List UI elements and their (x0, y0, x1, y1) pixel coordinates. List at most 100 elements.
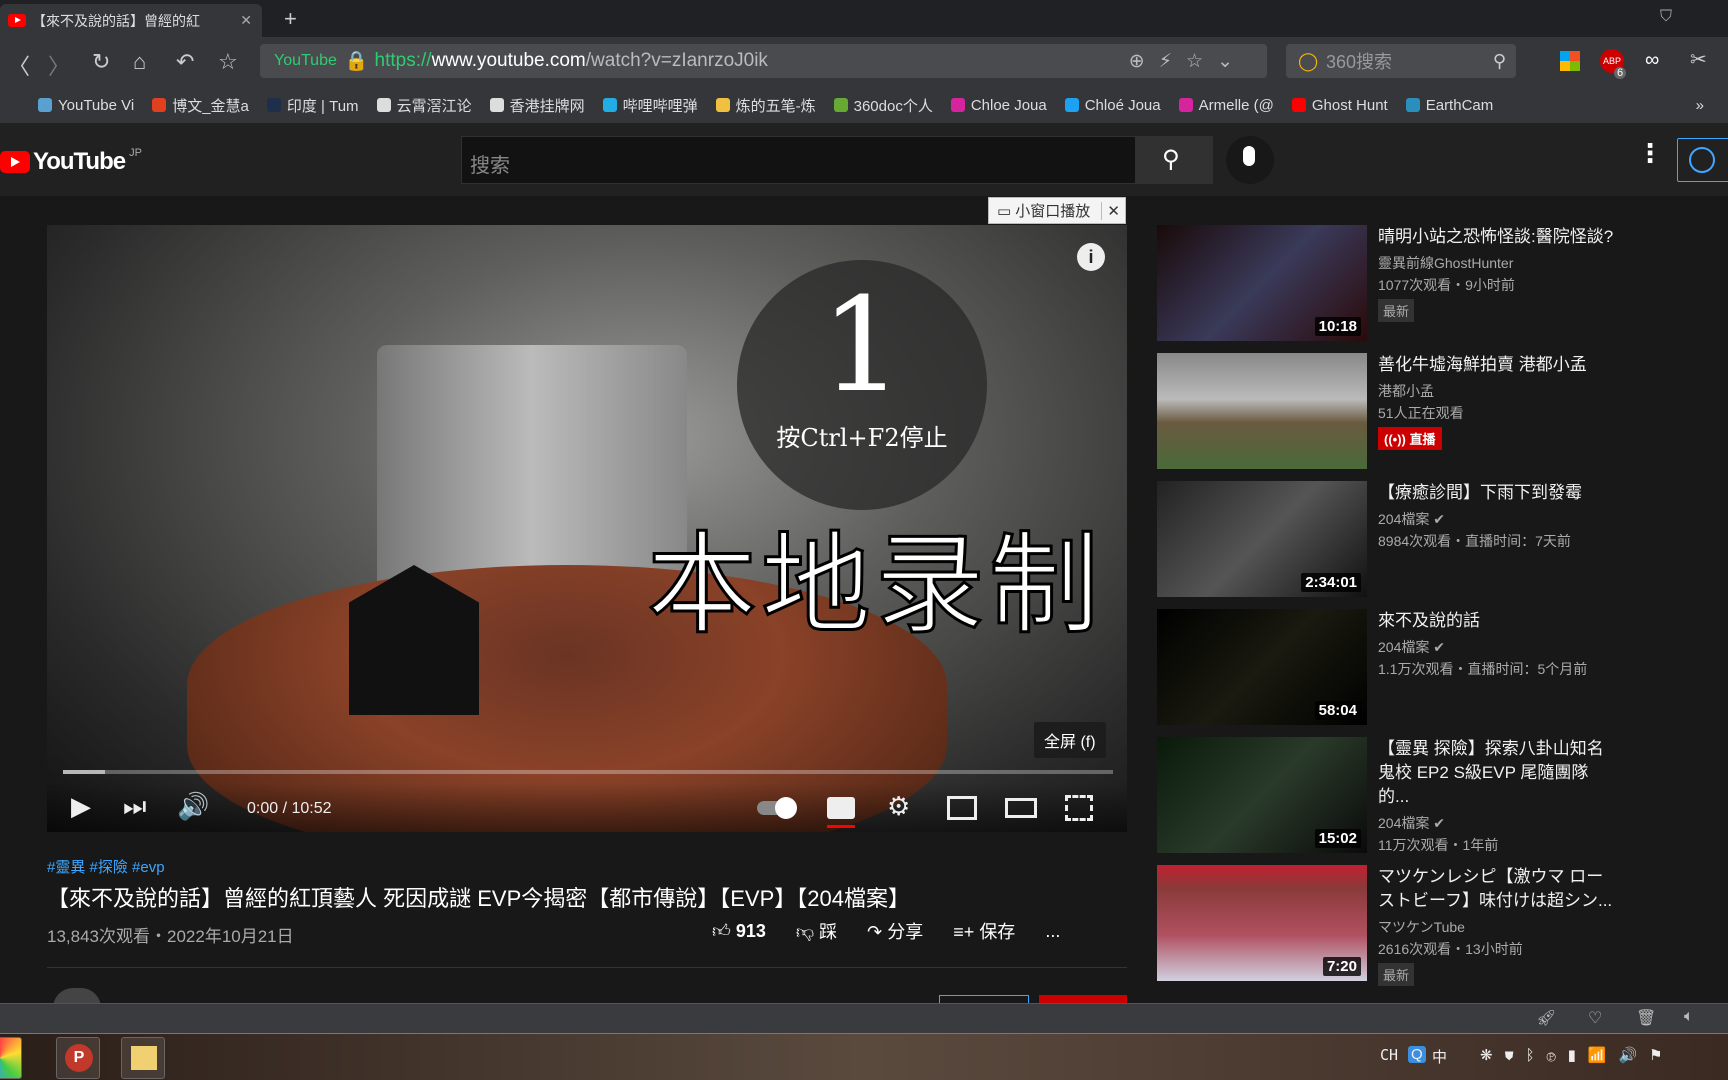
related-video-item[interactable]: 15:02 【靈異 探險】探索八卦山知名鬼校 EP2 S級EVP 尾隨團隊的...… (1157, 737, 1617, 853)
channel-name[interactable]: 204檔案 (1378, 639, 1429, 655)
related-video-title[interactable]: 【療癒診間】下雨下到發霉 (1378, 481, 1618, 505)
trash-icon[interactable]: 🗑︎ (1636, 1008, 1656, 1028)
bookmarks-more[interactable]: » (1696, 97, 1704, 114)
channel-name[interactable]: 204檔案 (1378, 511, 1429, 527)
video-thumbnail[interactable] (1157, 353, 1367, 469)
bookmark-item[interactable]: YouTube Vi (38, 95, 134, 116)
bookmark-star-icon[interactable]: ☆ (218, 49, 238, 75)
glasses-icon[interactable]: ∞ (1645, 49, 1659, 72)
bookmark-label: Ghost Hunt (1311, 96, 1388, 114)
video-thumbnail[interactable]: 2:34:01 (1157, 481, 1367, 597)
video-player[interactable]: 1 按Ctrl+F2停止 本地录制 i 全屏 (f) ▶ ⏭ 🔊 0:00 / 1… (47, 225, 1127, 832)
settings-icon[interactable]: ⚙ (887, 791, 910, 822)
channel-name[interactable]: 港都小孟 (1378, 383, 1434, 399)
theater-mode-icon[interactable] (1005, 798, 1037, 818)
related-video-item[interactable]: 58:04 來不及說的話 204檔案 ✔ 1.1万次观看・直播时间：5个月前 (1157, 609, 1617, 725)
close-icon[interactable]: ✕ (1101, 201, 1125, 220)
taskbar-app-explorer[interactable] (121, 1037, 165, 1079)
search-button[interactable]: ⚲ (1135, 136, 1213, 184)
bookmark-item[interactable]: 炼的五笔-炼 (715, 95, 816, 116)
close-tab-icon[interactable]: ✕ (240, 12, 252, 29)
share-button[interactable]: ↷ 分享 (867, 918, 923, 944)
like-button[interactable]: 👍︎ 913 (712, 920, 766, 942)
mini-player-button[interactable]: ▭ 小窗口播放 ✕ (988, 197, 1126, 224)
info-icon[interactable]: i (1077, 243, 1105, 271)
bookmark-item[interactable]: Chloe Joua (950, 95, 1047, 116)
search-icon[interactable]: ⚲ (1493, 51, 1506, 72)
new-tab-icon[interactable]: + (284, 6, 297, 32)
channel-name[interactable]: 靈異前線GhostHunter (1378, 255, 1513, 271)
health-icon[interactable]: ♡ (1588, 1008, 1602, 1028)
more-actions-button[interactable]: ... (1045, 921, 1060, 942)
bookmark-favicon-icon (1064, 98, 1079, 112)
video-title: 【來不及說的話】曾經的紅頂藝人 死因成謎 EVP今揭密【都市傳說】【EVP】【2… (47, 886, 910, 911)
scissors-icon[interactable]: ✂ (1690, 47, 1707, 72)
bookmark-item[interactable]: Ghost Hunt (1291, 95, 1388, 116)
autoplay-toggle[interactable] (757, 797, 797, 819)
language-indicator[interactable]: CH (1380, 1046, 1398, 1064)
video-thumbnail[interactable]: 7:20 (1157, 865, 1367, 981)
search-360-input[interactable]: ◯ 360搜索 ⚲ (1286, 44, 1516, 78)
more-vert-icon[interactable]: ⋮ (1637, 138, 1663, 169)
youtube-logo[interactable]: YouTube JP (0, 147, 142, 176)
fullscreen-icon[interactable] (1065, 795, 1093, 821)
url-actions-icons[interactable]: ⊕⚡☆⌄ (1129, 50, 1247, 73)
bookmark-item[interactable]: Chloé Joua (1064, 95, 1161, 116)
sign-in-button[interactable] (1677, 138, 1728, 182)
next-icon[interactable]: ⏭ (123, 791, 146, 823)
undo-icon[interactable]: ↶ (176, 49, 194, 75)
bookmark-item[interactable]: 印度 | Tum (266, 95, 359, 116)
bookmark-label: 360doc个人 (853, 97, 933, 115)
related-video-item[interactable]: 10:18 晴明小站之恐怖怪談:醫院怪談? 靈異前線GhostHunter 1077次… (1157, 225, 1617, 341)
apps-icon[interactable] (1560, 51, 1580, 71)
related-video-item[interactable]: 善化牛墟海鮮拍賣 港都小孟 港都小孟 51人正在观看 ((•)) 直播 (1157, 353, 1617, 469)
bookmark-item[interactable]: 360doc个人 (833, 95, 933, 116)
bookmark-favicon-icon (833, 98, 848, 112)
tshirt-icon[interactable]: ⛉ (1660, 8, 1672, 26)
related-video-title[interactable]: 晴明小站之恐怖怪談:醫院怪談? (1378, 225, 1618, 249)
rocket-icon[interactable]: 🚀︎ (1536, 1008, 1556, 1028)
taskbar-app-browser[interactable] (0, 1037, 22, 1079)
subtitles-icon[interactable] (827, 797, 855, 819)
bookmark-item[interactable]: 哔哩哔哩弹 (602, 95, 698, 116)
back-icon[interactable]: 〈 (8, 49, 30, 81)
reload-icon[interactable]: ↻ (92, 49, 110, 75)
url-bar[interactable]: YouTube 🔒 https://www.youtube.com/watch?… (260, 44, 1267, 78)
volume-icon[interactable]: 🔊 (177, 791, 209, 822)
divider (47, 967, 1127, 968)
video-thumbnail[interactable]: 15:02 (1157, 737, 1367, 853)
taskbar-app-psiphon[interactable]: P (56, 1037, 100, 1079)
bookmark-item[interactable]: 云霄滘江论 (376, 95, 472, 116)
save-label: 保存 (979, 922, 1016, 942)
speaker-icon[interactable]: 🔈︎ (1684, 1008, 1694, 1026)
ime-icon[interactable]: Q (1408, 1046, 1426, 1063)
search-input[interactable]: 搜索 (461, 136, 1136, 184)
video-thumbnail[interactable]: 58:04 (1157, 609, 1367, 725)
voice-search-button[interactable] (1226, 136, 1274, 184)
hashtags[interactable]: #靈異 #探險 #evp (47, 856, 1127, 877)
bookmark-item[interactable]: Armelle (@ (1178, 95, 1274, 116)
channel-name[interactable]: 204檔案 (1378, 815, 1429, 831)
tray-icons[interactable]: ❋⛊ᛒⓅ▮📶🔊⚑ (1480, 1046, 1675, 1064)
home-icon[interactable]: ⌂ (133, 49, 146, 75)
ime-mode[interactable]: 中 (1432, 1046, 1447, 1067)
bookmark-item[interactable]: 香港挂牌网 (489, 95, 585, 116)
bookmark-favicon-icon (950, 98, 965, 112)
browser-tab[interactable]: 【來不及說的話】曾經的紅 ✕ (0, 4, 262, 37)
bookmark-item[interactable]: 博文_金慧a (152, 95, 249, 116)
related-video-item[interactable]: 7:20 マツケンレシピ【激ウマ ローストビーフ】味付けは超シン... マツケンTu… (1157, 865, 1618, 986)
forward-icon[interactable]: 〉 (48, 49, 70, 81)
progress-bar[interactable] (63, 770, 1113, 774)
play-icon[interactable]: ▶ (71, 791, 91, 822)
related-video-title[interactable]: 來不及說的話 (1378, 609, 1618, 633)
dislike-button[interactable]: 👎︎ 踩 (796, 918, 837, 944)
related-video-title[interactable]: 善化牛墟海鮮拍賣 港都小孟 (1378, 353, 1618, 377)
related-video-title[interactable]: マツケンレシピ【激ウマ ローストビーフ】味付けは超シン... (1378, 865, 1618, 913)
save-button[interactable]: ≡+ 保存 (953, 918, 1015, 944)
related-video-item[interactable]: 2:34:01 【療癒診間】下雨下到發霉 204檔案 ✔ 8984次观看・直播时间：7… (1157, 481, 1617, 597)
video-thumbnail[interactable]: 10:18 (1157, 225, 1367, 341)
channel-name[interactable]: マツケンTube (1378, 919, 1465, 935)
related-video-title[interactable]: 【靈異 探險】探索八卦山知名鬼校 EP2 S級EVP 尾隨團隊的... (1378, 737, 1618, 809)
bookmark-item[interactable]: EarthCam (1405, 95, 1493, 116)
miniplayer-icon[interactable] (947, 796, 977, 820)
